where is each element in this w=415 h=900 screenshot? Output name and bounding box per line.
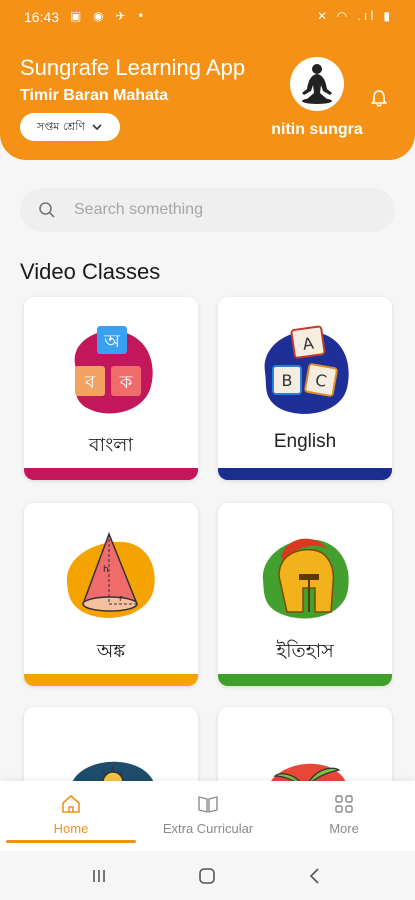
subject-card-english[interactable]: A B C English — [218, 297, 392, 480]
app-title: Sungrafe Learning App — [20, 55, 246, 80]
subject-color-bar — [218, 674, 392, 686]
subject-color-bar — [24, 468, 198, 480]
subject-card-math[interactable]: h r অঙ্ক — [24, 503, 198, 686]
meditation-figure-icon — [302, 64, 332, 104]
subject-label: ইতিহাস — [276, 641, 334, 662]
avatar[interactable] — [290, 57, 344, 111]
section-title: Video Classes — [20, 259, 161, 284]
svg-text:h: h — [103, 565, 109, 575]
subject-card-history[interactable]: ইতিহাস — [218, 503, 392, 686]
chevron-down-icon — [92, 124, 102, 131]
subject-label: অঙ্ক — [96, 641, 126, 662]
bell-icon[interactable] — [369, 88, 389, 108]
class-selector-label: সপ্তম শ্রেণি — [36, 119, 86, 133]
home-icon — [62, 795, 80, 813]
search-icon — [39, 202, 55, 218]
svg-text:অ: অ — [103, 331, 120, 352]
spartan-helmet-icon — [262, 538, 349, 619]
class-selector[interactable]: সপ্তম শ্রেণি — [20, 113, 120, 141]
search-bar[interactable] — [20, 188, 395, 232]
nav-more-label: More — [329, 821, 359, 836]
user-full-name: Timir Baran Mahata — [20, 87, 169, 104]
status-bar: 16:43 ▣ ◉ ✈ • ✕ ◠ .ıl ▮ — [0, 0, 415, 36]
grid-icon — [335, 795, 353, 813]
svg-text:ব: ব — [84, 372, 96, 393]
active-tab-indicator — [6, 840, 136, 843]
subject-card-bangla[interactable]: অ ব ক বাংলা — [24, 297, 198, 480]
back-icon[interactable] — [306, 867, 324, 885]
nav-extra-curricular-label: Extra Curricular — [162, 821, 254, 836]
nav-more[interactable]: More — [279, 793, 409, 836]
username: nitin sungra — [271, 121, 363, 138]
book-icon — [198, 796, 218, 813]
abc-blocks-icon: A B C — [264, 325, 349, 414]
svg-text:r: r — [119, 594, 123, 604]
nav-extra-curricular[interactable]: Extra Curricular — [143, 793, 273, 836]
app-header: 16:43 ▣ ◉ ✈ • ✕ ◠ .ıl ▮ Sungrafe Learnin… — [0, 0, 415, 160]
bengali-letter-blocks-icon: অ ব ক — [74, 326, 153, 414]
status-notification-icons: ▣ ◉ ✈ • — [70, 9, 149, 23]
home-button-icon[interactable] — [198, 867, 216, 885]
subject-color-bar — [24, 674, 198, 686]
svg-text:B: B — [282, 371, 293, 390]
recent-apps-icon[interactable] — [90, 867, 108, 885]
status-system-icons: ✕ ◠ .ıl ▮ — [316, 9, 393, 23]
nav-home-label: Home — [53, 821, 89, 836]
cone-geometry-icon: h r — [66, 531, 155, 618]
subject-label: English — [273, 431, 337, 452]
svg-text:ক: ক — [119, 372, 133, 393]
search-input[interactable] — [74, 201, 374, 219]
subject-color-bar — [218, 468, 392, 480]
nav-home[interactable]: Home — [6, 793, 136, 836]
status-time: 16:43 — [24, 9, 60, 25]
subject-label: বাংলা — [89, 435, 133, 456]
system-navigation-bar — [0, 851, 415, 900]
